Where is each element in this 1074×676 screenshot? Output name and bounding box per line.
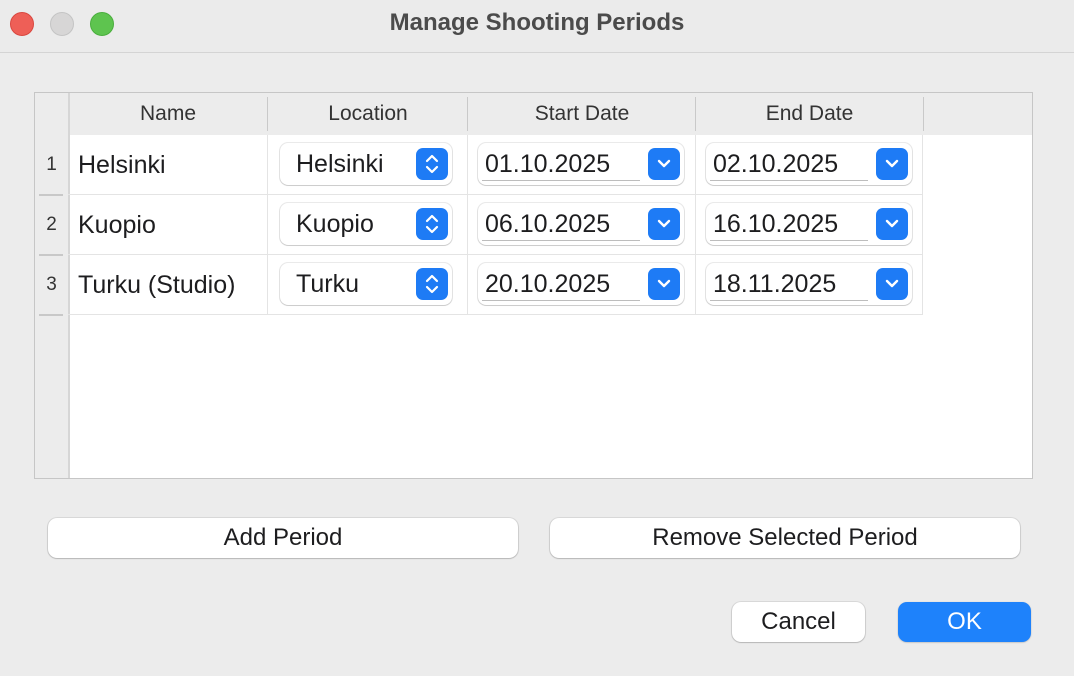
end-date-field[interactable]: 18.11.2025 (710, 267, 868, 301)
name-text: Helsinki (78, 151, 166, 179)
remove-period-button[interactable]: Remove Selected Period (550, 518, 1020, 558)
start-date-cell: 20.10.2025 (468, 255, 696, 315)
cancel-button[interactable]: Cancel (732, 602, 865, 642)
end-date-value: 02.10.2025 (713, 150, 839, 178)
chevron-down-icon[interactable] (876, 208, 908, 240)
location-popup[interactable]: Kuopio (280, 203, 452, 245)
chevron-down-icon[interactable] (648, 268, 680, 300)
start-date-field[interactable]: 06.10.2025 (482, 207, 640, 241)
chevron-down-icon[interactable] (876, 268, 908, 300)
table-row[interactable]: 1 Helsinki Helsinki 01.10.2025 02.10.202… (35, 135, 1032, 195)
end-date-value: 16.10.2025 (713, 210, 839, 238)
start-date-picker[interactable]: 01.10.2025 (478, 143, 684, 185)
table-row[interactable]: 3 Turku (Studio) Turku 20.10.2025 18.11.… (35, 255, 1032, 315)
column-divider (923, 97, 924, 131)
chevron-down-icon[interactable] (876, 148, 908, 180)
end-date-field[interactable]: 02.10.2025 (710, 147, 868, 181)
ok-button[interactable]: OK (898, 602, 1031, 642)
name-cell[interactable]: Turku (Studio) (68, 255, 268, 315)
table-header: Name Location Start Date End Date (35, 93, 1032, 135)
location-value: Turku (296, 270, 359, 298)
chevron-up-down-icon[interactable] (416, 148, 448, 180)
window-title: Manage Shooting Periods (389, 9, 685, 36)
column-header-end-date[interactable]: End Date (696, 93, 923, 135)
start-date-value: 01.10.2025 (485, 150, 611, 178)
start-date-field[interactable]: 01.10.2025 (482, 147, 640, 181)
location-cell: Kuopio (268, 195, 468, 255)
location-value: Helsinki (296, 150, 384, 178)
start-date-value: 06.10.2025 (485, 210, 611, 238)
end-date-value: 18.11.2025 (713, 270, 837, 298)
end-date-cell: 18.11.2025 (696, 255, 923, 315)
column-header-name[interactable]: Name (68, 93, 268, 135)
end-date-picker[interactable]: 18.11.2025 (706, 263, 912, 305)
row-number[interactable]: 3 (35, 255, 68, 315)
chevron-down-icon[interactable] (648, 208, 680, 240)
table-row[interactable]: 2 Kuopio Kuopio 06.10.2025 16.10.2025 (35, 195, 1032, 255)
title-bar: Manage Shooting Periods (0, 0, 1074, 53)
start-date-cell: 01.10.2025 (468, 135, 696, 195)
location-value: Kuopio (296, 210, 374, 238)
location-cell: Helsinki (268, 135, 468, 195)
column-header-start-date[interactable]: Start Date (468, 93, 696, 135)
row-divider (39, 314, 63, 316)
row-number[interactable]: 1 (35, 135, 68, 195)
location-popup[interactable]: Helsinki (280, 143, 452, 185)
end-date-cell: 02.10.2025 (696, 135, 923, 195)
start-date-value: 20.10.2025 (485, 270, 611, 298)
location-cell: Turku (268, 255, 468, 315)
chevron-up-down-icon[interactable] (416, 268, 448, 300)
end-date-field[interactable]: 16.10.2025 (710, 207, 868, 241)
chevron-up-down-icon[interactable] (416, 208, 448, 240)
column-header-location[interactable]: Location (268, 93, 468, 135)
end-date-picker[interactable]: 02.10.2025 (706, 143, 912, 185)
name-cell[interactable]: Kuopio (68, 195, 268, 255)
name-cell[interactable]: Helsinki (68, 135, 268, 195)
end-date-cell: 16.10.2025 (696, 195, 923, 255)
periods-table: Name Location Start Date End Date 1 Hels… (34, 92, 1033, 479)
start-date-picker[interactable]: 06.10.2025 (478, 203, 684, 245)
end-date-picker[interactable]: 16.10.2025 (706, 203, 912, 245)
start-date-cell: 06.10.2025 (468, 195, 696, 255)
start-date-field[interactable]: 20.10.2025 (482, 267, 640, 301)
location-popup[interactable]: Turku (280, 263, 452, 305)
chevron-down-icon[interactable] (648, 148, 680, 180)
name-text: Kuopio (78, 211, 156, 239)
row-number[interactable]: 2 (35, 195, 68, 255)
add-period-button[interactable]: Add Period (48, 518, 518, 558)
start-date-picker[interactable]: 20.10.2025 (478, 263, 684, 305)
name-text: Turku (Studio) (78, 271, 236, 299)
